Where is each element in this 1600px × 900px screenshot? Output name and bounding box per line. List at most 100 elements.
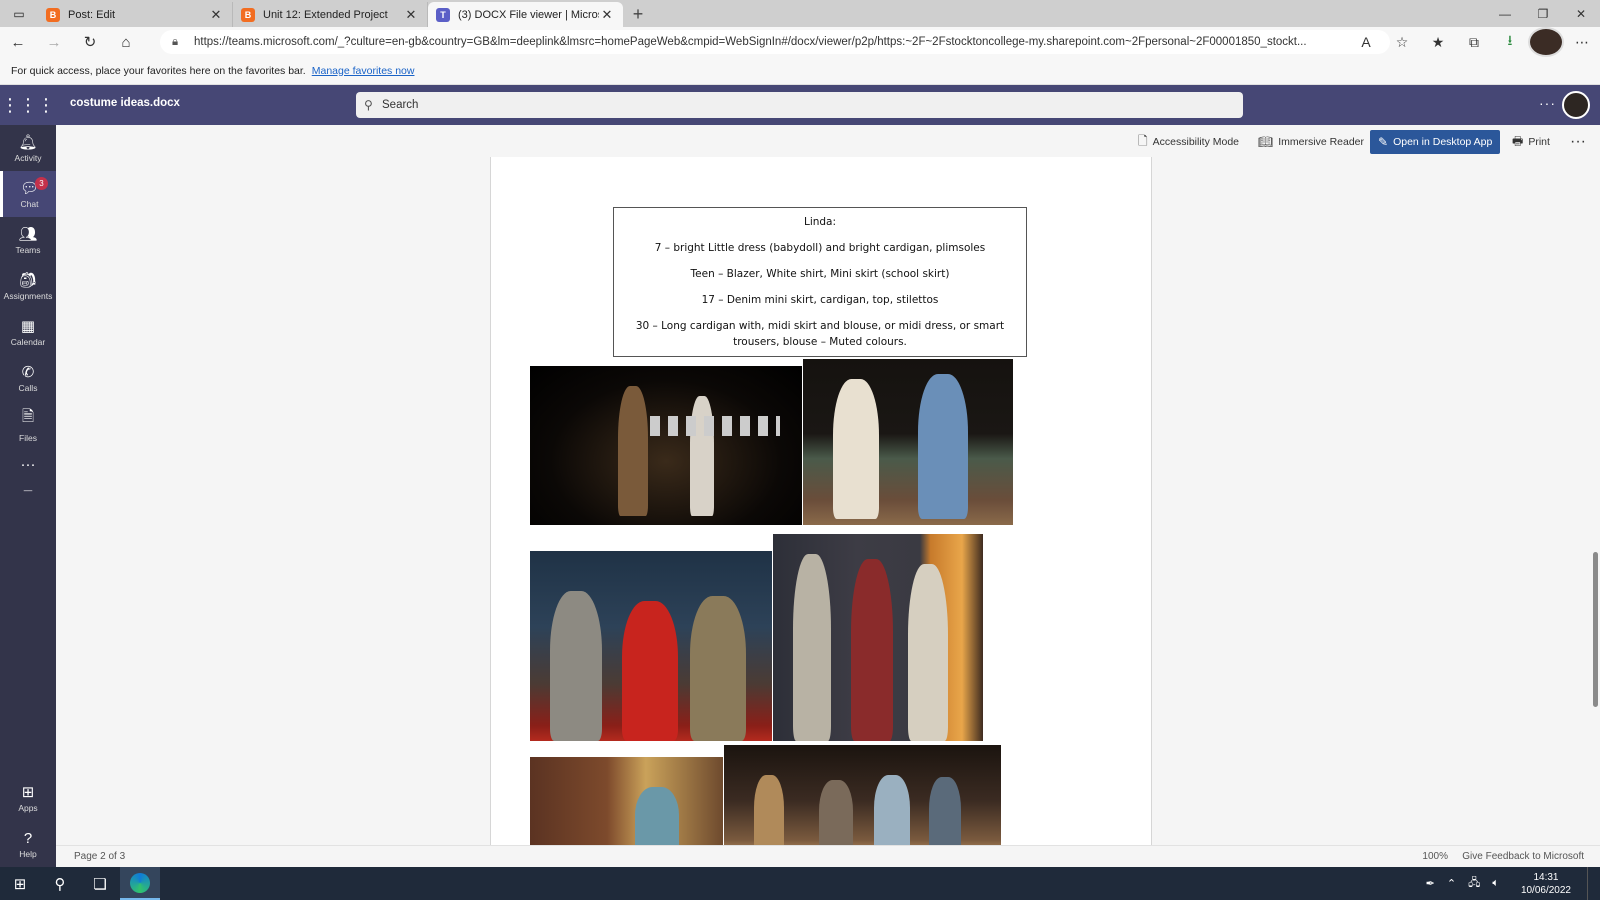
system-tray: ✒ ⌃ 🖧 🔈︎ 14:31 10/06/2022 bbox=[1420, 867, 1600, 900]
zoom-level[interactable]: 100% bbox=[1422, 851, 1448, 862]
browser-tab-strip: ▭ B Post: Edit ✕ B Unit 12: Extended Pro… bbox=[0, 0, 1600, 27]
browser-tab-unit12[interactable]: B Unit 12: Extended Project ✕ bbox=[233, 2, 428, 27]
close-icon[interactable]: ✕ bbox=[208, 7, 224, 23]
rail-item-teams[interactable]: 👥︎ Teams bbox=[0, 217, 56, 263]
rail-label: Teams bbox=[15, 245, 41, 255]
network-icon[interactable]: 🖧 bbox=[1462, 874, 1486, 893]
rail-label: Assignments bbox=[3, 291, 53, 301]
edge-browser-icon[interactable] bbox=[120, 867, 160, 900]
teams-header: ⋮⋮⋮ costume ideas.docx ⚲ Search ··· bbox=[0, 85, 1600, 125]
rail-item-help[interactable]: ? Help bbox=[0, 821, 56, 867]
rail-item-chat[interactable]: 💬︎ 3 Chat bbox=[0, 171, 56, 217]
teams-icon: T bbox=[436, 7, 450, 22]
rail-item-apps[interactable]: ⊞ Apps bbox=[0, 775, 56, 821]
immersive-reader-button[interactable]: 📖︎ Immersive Reader bbox=[1258, 131, 1364, 153]
more-options-icon[interactable]: ··· bbox=[1539, 95, 1556, 111]
chevron-up-icon[interactable]: ⌃ bbox=[1441, 877, 1462, 890]
phone-icon: ✆ bbox=[21, 364, 35, 381]
costume-photo bbox=[530, 366, 802, 525]
address-input[interactable]: 🔒︎ https://teams.microsoft.com/_?culture… bbox=[160, 30, 1390, 54]
favorites-bar: For quick access, place your favorites h… bbox=[0, 57, 1600, 85]
address-toolbar: ← → ↻ ⌂ 🔒︎ https://teams.microsoft.com/_… bbox=[0, 27, 1600, 57]
costume-photo bbox=[530, 551, 772, 741]
rail-item-files[interactable]: 🗎 Files bbox=[0, 401, 56, 447]
accessibility-mode-button[interactable]: 🗋 Accessibility Mode bbox=[1138, 131, 1239, 153]
manage-favorites-link[interactable]: Manage favorites now bbox=[312, 65, 415, 77]
teams-app-bar: 🔔︎ Activity 💬︎ 3 Chat 👥︎ Teams 🎒︎ Assign… bbox=[0, 125, 56, 867]
clock[interactable]: 14:31 10/06/2022 bbox=[1505, 871, 1587, 897]
avatar[interactable] bbox=[1562, 91, 1590, 119]
pen-icon[interactable]: ✒ bbox=[1420, 877, 1441, 890]
more-commands-icon[interactable]: ··· bbox=[1570, 131, 1586, 153]
close-window-icon[interactable]: ✕ bbox=[1562, 0, 1600, 27]
forward-icon[interactable]: → bbox=[36, 27, 72, 57]
page-indicator: Page 2 of 3 bbox=[74, 851, 126, 862]
home-icon[interactable]: ⌂ bbox=[108, 27, 144, 57]
tab-actions-icon[interactable]: ▭ bbox=[0, 0, 38, 27]
textbox-heading: Linda: bbox=[803, 216, 837, 228]
downloads-icon[interactable]: ⭳ bbox=[1492, 27, 1528, 57]
accessibility-icon: 🗋 bbox=[1138, 133, 1148, 148]
vertical-scrollbar[interactable] bbox=[1593, 552, 1598, 707]
apps-icon: ⊞ bbox=[21, 784, 35, 801]
give-feedback-link[interactable]: Give Feedback to Microsoft bbox=[1462, 851, 1584, 862]
unread-badge: 3 bbox=[35, 177, 48, 190]
back-icon[interactable]: ← bbox=[0, 27, 36, 57]
rail-item-assignments[interactable]: 🎒︎ Assignments bbox=[0, 263, 56, 309]
rail-label: Activity bbox=[14, 153, 42, 163]
file-icon: 🗎 bbox=[21, 407, 35, 425]
minimize-icon[interactable]: — bbox=[1486, 0, 1524, 27]
lock-icon: 🔒︎ bbox=[172, 35, 179, 48]
volume-icon[interactable]: 🔈︎ bbox=[1486, 877, 1505, 890]
more-icon[interactable]: ⋯ bbox=[1564, 27, 1600, 57]
document-canvas[interactable]: Linda: 7 – bright Little dress (babydoll… bbox=[56, 157, 1600, 845]
rail-label: Files bbox=[19, 432, 37, 443]
rail-more-apps[interactable]: ··· bbox=[0, 447, 56, 483]
app-launcher-icon[interactable]: ⋮⋮⋮ bbox=[0, 85, 56, 125]
window-controls: — ❐ ✕ bbox=[1486, 0, 1600, 27]
rail-divider: — bbox=[0, 483, 56, 497]
browser-tab-post-edit[interactable]: B Post: Edit ✕ bbox=[38, 2, 233, 27]
search-placeholder: Search bbox=[382, 99, 419, 111]
restore-icon[interactable]: ❐ bbox=[1524, 0, 1562, 27]
rail-item-calendar[interactable]: ▦ Calendar bbox=[0, 309, 56, 355]
bell-icon: 🔔︎ bbox=[18, 134, 38, 151]
profile-icon[interactable] bbox=[1528, 27, 1564, 57]
rail-label: Apps bbox=[18, 803, 38, 813]
close-icon[interactable]: ✕ bbox=[403, 7, 419, 23]
rail-item-calls[interactable]: ✆ Calls bbox=[0, 355, 56, 401]
rail-bottom: ⊞ Apps ? Help bbox=[0, 775, 56, 867]
ellipsis-icon: ··· bbox=[20, 455, 36, 473]
refresh-icon[interactable]: ↻ bbox=[72, 27, 108, 57]
textbox-line: 7 – bright Little dress (babydoll) and b… bbox=[654, 242, 986, 254]
browser-tab-docx-viewer[interactable]: T (3) DOCX File viewer | Microsoft ✕ bbox=[428, 2, 623, 27]
status-bar: Page 2 of 3 100% Give Feedback to Micros… bbox=[56, 845, 1600, 867]
close-icon[interactable]: ✕ bbox=[599, 7, 615, 23]
notifications-icon[interactable] bbox=[1587, 867, 1600, 900]
teams-icon: 👥︎ bbox=[18, 226, 38, 243]
collections-icon[interactable]: ⧉ bbox=[1456, 27, 1492, 57]
favorites-hint: For quick access, place your favorites h… bbox=[11, 64, 306, 77]
character-costume-textbox: Linda: 7 – bright Little dress (babydoll… bbox=[613, 207, 1027, 357]
help-icon: ? bbox=[23, 829, 33, 847]
windows-start-icon[interactable]: ⊞ bbox=[0, 867, 40, 900]
rail-label: Help bbox=[19, 848, 37, 859]
costume-photo bbox=[724, 745, 1001, 845]
open-in-desktop-app-button[interactable]: ✎ Open in Desktop App bbox=[1370, 130, 1501, 154]
task-view-icon[interactable]: ❏ bbox=[80, 867, 120, 900]
print-button[interactable]: 🖶 Print bbox=[1512, 131, 1550, 153]
rail-item-activity[interactable]: 🔔︎ Activity bbox=[0, 125, 56, 171]
read-aloud-icon[interactable]: A bbox=[1348, 27, 1384, 57]
blogger-icon: B bbox=[241, 7, 255, 22]
textbox-line: 30 – Long cardigan with, midi skirt and … bbox=[635, 320, 1005, 348]
tab-label: Unit 12: Extended Project bbox=[263, 8, 388, 21]
costume-photo bbox=[803, 359, 1013, 525]
add-favorite-icon[interactable]: ☆ bbox=[1384, 27, 1420, 57]
favorites-icon[interactable]: ★ bbox=[1420, 27, 1456, 57]
rail-label: Calls bbox=[18, 383, 38, 393]
search-icon[interactable]: ⚲ bbox=[40, 867, 80, 900]
new-tab-button[interactable]: + bbox=[623, 2, 653, 27]
printer-icon: 🖶 bbox=[1512, 133, 1524, 148]
divider-icon: — bbox=[23, 485, 33, 495]
search-input[interactable]: ⚲ Search bbox=[356, 92, 1243, 118]
